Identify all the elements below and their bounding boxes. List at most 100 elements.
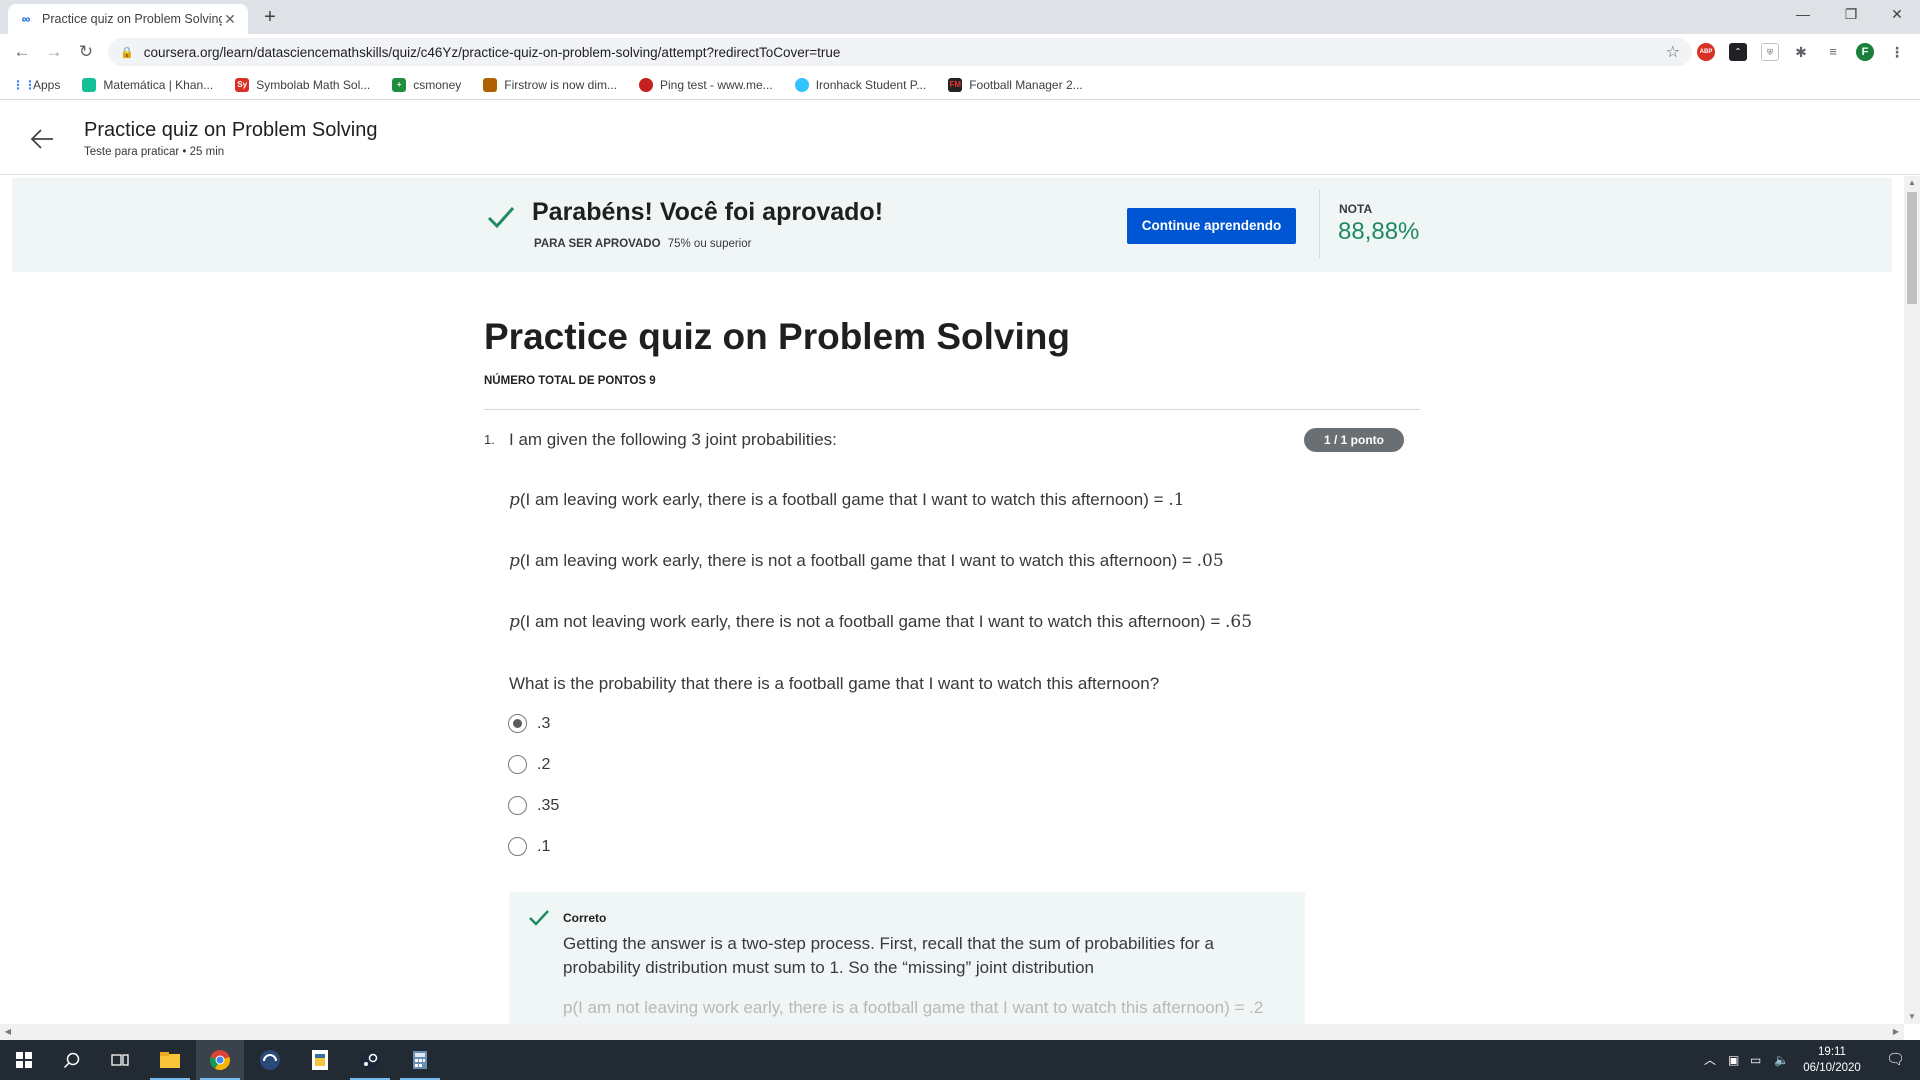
minimize-icon[interactable]: — [1780, 0, 1826, 30]
prob-value: .05 [1196, 551, 1224, 571]
browser-tab-strip: ∞ Practice quiz on Problem Solving ✕ + —… [0, 0, 1920, 34]
lock-icon: 🔒 [120, 46, 134, 59]
tray-chevron-icon[interactable]: ︿ [1704, 1040, 1716, 1080]
calculator-icon[interactable] [396, 1040, 444, 1080]
bookmark-csmoney[interactable]: + csmoney [392, 77, 461, 92]
feedback-label: Correto [563, 911, 607, 925]
python-file-icon[interactable] [296, 1040, 344, 1080]
option-label: .35 [537, 796, 560, 814]
pass-label: PARA SER APROVADO [534, 238, 661, 250]
total-points: NÚMERO TOTAL DE PONTOS 9 [484, 375, 656, 387]
teamspeak-icon[interactable] [246, 1040, 294, 1080]
page-title: Practice quiz on Problem Solving [84, 119, 378, 141]
restore-icon[interactable]: ❐ [1828, 0, 1874, 30]
prob-text: (I am leaving work early, there is not a… [519, 551, 1197, 570]
bookmark-ironhack[interactable]: Ironhack Student P... [794, 77, 927, 92]
course-header: Practice quiz on Problem Solving Teste p… [0, 101, 1920, 175]
radio-selected[interactable] [508, 714, 527, 733]
search-icon[interactable] [48, 1040, 96, 1080]
bookmark-apps[interactable]: ⋮⋮ Apps [12, 78, 60, 92]
radio-unselected[interactable] [508, 796, 527, 815]
score-badge: 1 / 1 ponto [1304, 428, 1404, 452]
network-icon[interactable]: ▭ [1750, 1040, 1761, 1080]
check-icon [529, 910, 549, 926]
continue-learning-button[interactable]: Continue aprendendo [1127, 208, 1296, 244]
bookmark-star-icon[interactable]: ☆ [1666, 42, 1680, 62]
bookmark-khan[interactable]: Matemática | Khan... [82, 77, 214, 92]
answer-option[interactable]: .1 [508, 837, 550, 856]
back-icon[interactable]: ← [10, 40, 34, 64]
reload-icon[interactable]: ↻ [74, 40, 98, 64]
close-window-icon[interactable]: ✕ [1874, 0, 1920, 30]
bookmark-ping-test[interactable]: Ping test - www.me... [638, 77, 773, 92]
vertical-scrollbar[interactable]: ▲ ▼ [1904, 176, 1920, 1024]
bookmark-symbolab[interactable]: Sy Symbolab Math Sol... [235, 77, 371, 92]
address-bar[interactable]: 🔒 coursera.org/learn/datasciencemathskil… [108, 38, 1692, 66]
scroll-left-icon[interactable]: ◀ [0, 1025, 16, 1039]
bookmark-firstrow[interactable]: Firstrow is now dim... [483, 77, 617, 92]
steam-icon[interactable] [346, 1040, 394, 1080]
feedback-cutoff-text: p(I am not leaving work early, there is … [563, 998, 1264, 1017]
ping-test-icon [638, 77, 653, 92]
browser-toolbar: ← → ↻ 🔒 coursera.org/learn/datasciencema… [0, 34, 1920, 70]
chrome-taskbar-icon[interactable] [196, 1040, 244, 1080]
system-clock[interactable]: 19:11 06/10/2020 [1794, 1044, 1870, 1076]
close-tab-icon[interactable]: ✕ [222, 11, 238, 28]
answer-option[interactable]: .2 [508, 755, 550, 774]
menu-kebab-icon[interactable]: ⋮ [1888, 43, 1906, 61]
question-number: 1. [484, 432, 495, 447]
answer-option[interactable]: .3 [508, 714, 550, 733]
probability-statement: p(I am leaving work early, there is not … [509, 551, 1224, 571]
prob-symbol: p [509, 490, 520, 510]
bookmark-label: Matemática | Khan... [103, 77, 214, 92]
horizontal-scrollbar[interactable]: ◀ ▶ [0, 1024, 1904, 1040]
file-explorer-icon[interactable] [146, 1040, 194, 1080]
divider [484, 409, 1420, 410]
profile-avatar[interactable]: F [1856, 43, 1874, 61]
coursera-favicon-icon: ∞ [21, 12, 31, 26]
notifications-icon[interactable]: 🗨 [1886, 1040, 1905, 1080]
scroll-right-icon[interactable]: ▶ [1888, 1025, 1904, 1039]
bookmark-label: Football Manager 2... [969, 77, 1083, 92]
answer-option[interactable]: .35 [508, 796, 559, 815]
shield-extension-icon[interactable]: ⛨ [1761, 43, 1779, 61]
main-content: Parabéns! Você foi aprovado! PARA SER AP… [0, 176, 1904, 1024]
bookmark-label: Firstrow is now dim... [504, 77, 617, 92]
symbolab-icon: Sy [235, 77, 250, 92]
pass-banner: Parabéns! Você foi aprovado! PARA SER AP… [12, 178, 1892, 272]
scroll-down-icon[interactable]: ▼ [1904, 1010, 1920, 1024]
apps-grid-icon: ⋮⋮ [12, 77, 36, 92]
scroll-up-icon[interactable]: ▲ [1904, 176, 1920, 190]
scrollbar-thumb[interactable] [1907, 192, 1917, 304]
windows-start-icon[interactable] [0, 1040, 48, 1080]
media-queue-icon[interactable]: ≡ [1824, 43, 1842, 61]
url-text[interactable]: coursera.org/learn/datasciencemathskills… [144, 45, 1666, 60]
bookmark-label: Ironhack Student P... [815, 77, 927, 92]
quiz-title: Practice quiz on Problem Solving [484, 316, 1070, 357]
prob-symbol: p [509, 612, 520, 632]
browser-tab[interactable]: ∞ Practice quiz on Problem Solving ✕ [8, 4, 248, 34]
new-tab-button[interactable]: + [258, 6, 282, 30]
volume-icon[interactable]: 🔈 [1774, 1040, 1789, 1080]
task-view-icon[interactable] [96, 1040, 144, 1080]
extension-icon[interactable]: ⌃ [1729, 43, 1747, 61]
tab-title: Practice quiz on Problem Solving [42, 12, 222, 26]
radio-unselected[interactable] [508, 755, 527, 774]
bookmark-label: Ping test - www.me... [659, 77, 773, 92]
bookmark-label: Symbolab Math Sol... [256, 77, 371, 92]
ironhack-icon [794, 77, 809, 92]
pass-requirement: PARA SER APROVADO 75% ou superior [534, 238, 751, 250]
back-arrow-icon[interactable] [28, 125, 56, 153]
khan-academy-icon [82, 77, 97, 92]
bookmark-label: Apps [33, 77, 61, 92]
forward-icon[interactable]: → [42, 40, 66, 64]
clock-date: 06/10/2020 [1803, 1062, 1861, 1074]
adblock-plus-icon[interactable]: ABP [1697, 43, 1715, 61]
puzzle-extensions-icon[interactable]: ✱ [1792, 43, 1810, 61]
bookmark-football-manager[interactable]: FM Football Manager 2... [948, 77, 1083, 92]
radio-unselected[interactable] [508, 837, 527, 856]
probability-statement: p(I am not leaving work early, there is … [509, 612, 1252, 632]
tray-display-icon[interactable]: ▣ [1728, 1040, 1739, 1080]
prob-text: (I am leaving work early, there is a foo… [519, 490, 1169, 509]
prob-value: .1 [1168, 490, 1185, 510]
